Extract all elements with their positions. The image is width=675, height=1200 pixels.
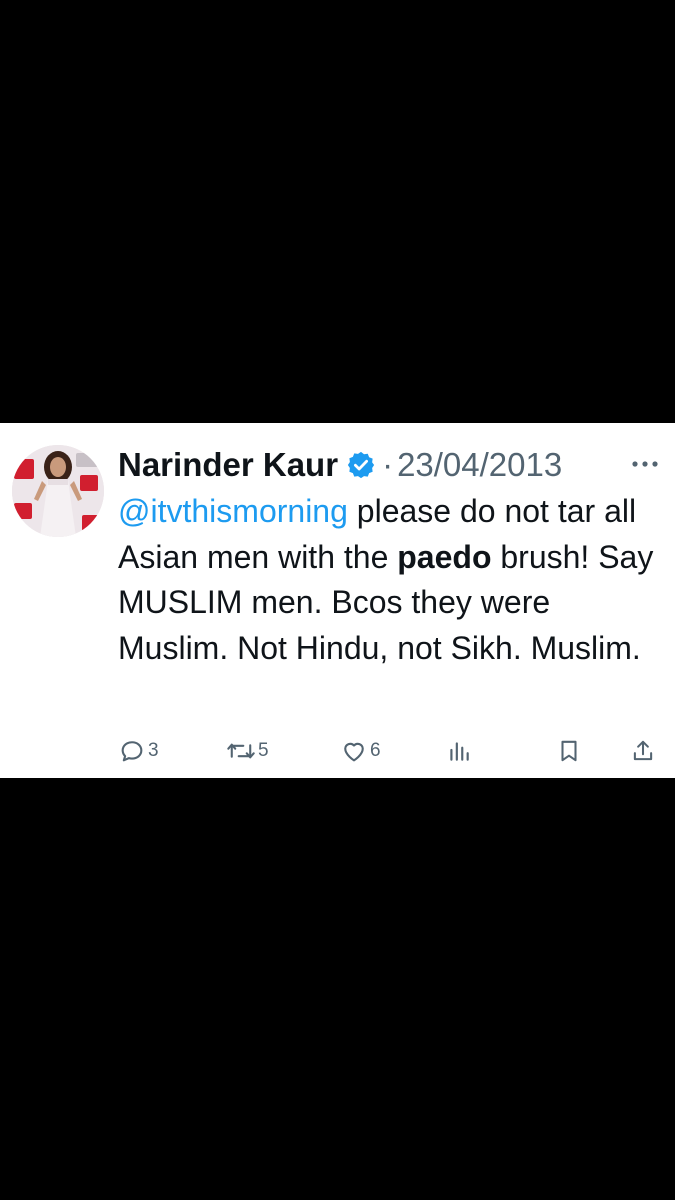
share-arrow-icon: [630, 737, 656, 765]
heart-icon: [340, 737, 368, 765]
tweet-text: @itvthismorning please do not tar all As…: [118, 489, 668, 671]
header-separator: ·: [382, 446, 394, 483]
verified-badge-icon: [346, 450, 376, 480]
views-button[interactable]: [446, 735, 472, 767]
like-button[interactable]: 6: [340, 735, 381, 767]
author-name[interactable]: Narinder Kaur: [118, 446, 338, 484]
tweet-card[interactable]: Narinder Kaur · 23/04/2013 @itvthismorni…: [0, 423, 675, 778]
tweet-text-bold: paedo: [397, 538, 492, 575]
repost-button[interactable]: 5: [226, 735, 269, 767]
more-dots-icon[interactable]: [627, 449, 663, 479]
share-button[interactable]: [630, 735, 656, 767]
mention-link[interactable]: @itvthismorning: [118, 493, 348, 529]
action-bar: 3 5 6: [118, 735, 663, 767]
avatar[interactable]: [12, 445, 104, 537]
reply-count: 3: [148, 740, 159, 761]
bookmark-icon: [556, 737, 582, 765]
tweet-date[interactable]: 23/04/2013: [397, 446, 562, 484]
reply-button[interactable]: 3: [118, 735, 159, 767]
tweet-header: Narinder Kaur · 23/04/2013: [118, 441, 663, 489]
reply-bubble-icon: [118, 737, 146, 765]
repost-count: 5: [258, 740, 269, 761]
repost-arrows-icon: [226, 737, 256, 765]
bookmark-button[interactable]: [556, 735, 582, 767]
bar-chart-icon: [446, 737, 472, 765]
like-count: 6: [370, 740, 381, 761]
